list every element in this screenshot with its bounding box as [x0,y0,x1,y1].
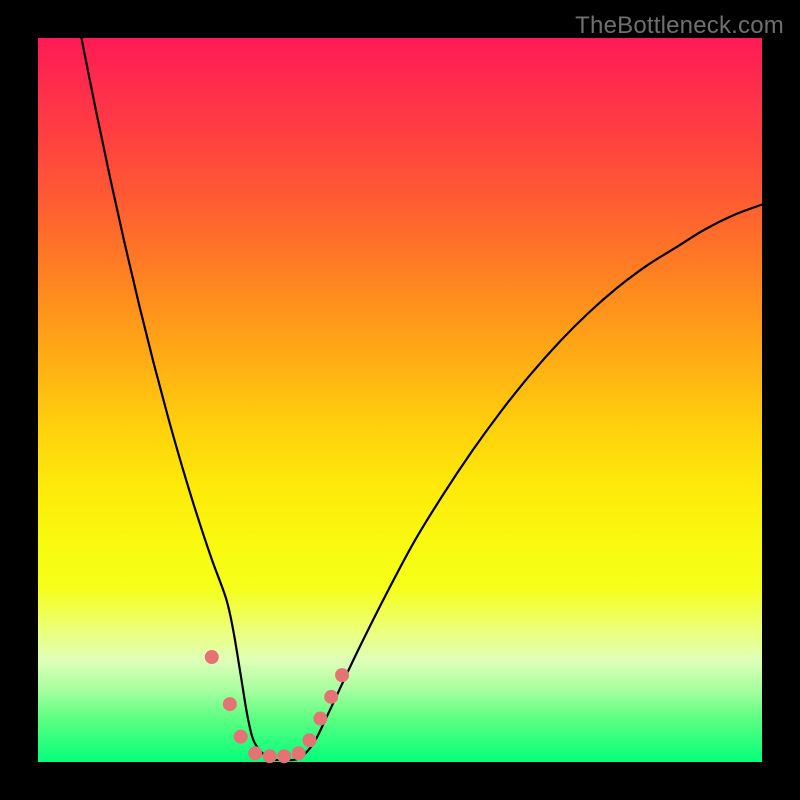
watermark-text: TheBottleneck.com [575,12,784,40]
data-marker [205,650,219,664]
data-marker [248,746,262,760]
data-marker [292,746,306,760]
data-marker [303,733,317,747]
chart-svg [38,38,762,762]
data-marker [313,712,327,726]
bottleneck-markers [205,650,349,763]
data-marker [324,690,338,704]
data-marker [223,697,237,711]
data-marker [277,749,291,763]
data-marker [263,749,277,763]
chart-frame: TheBottleneck.com [0,0,800,800]
data-marker [234,730,248,744]
data-marker [335,668,349,682]
bottleneck-curve [81,38,762,760]
